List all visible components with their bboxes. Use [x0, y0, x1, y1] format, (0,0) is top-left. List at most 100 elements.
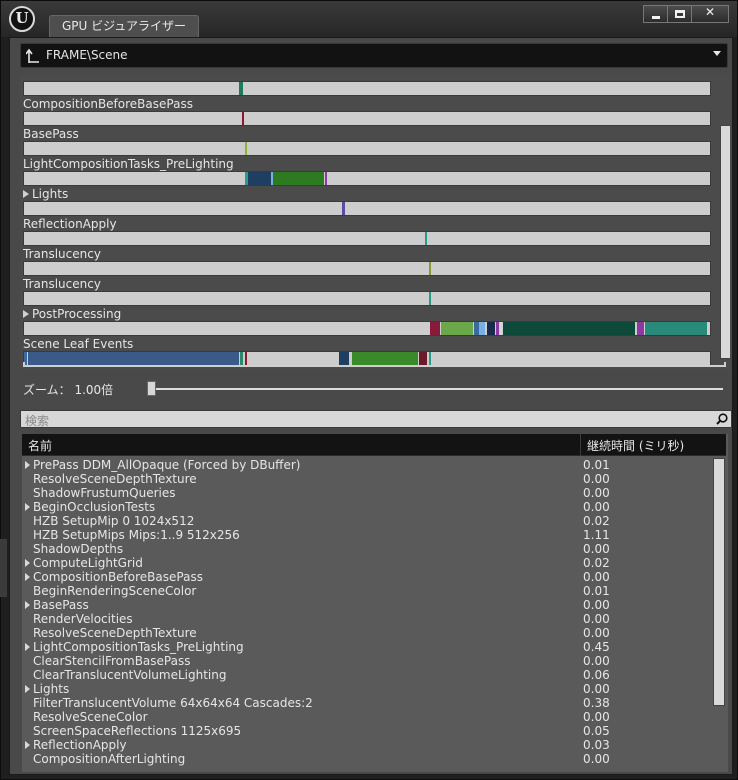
expand-arrow-icon[interactable]: [25, 741, 30, 749]
timeline-scrollbar[interactable]: [720, 125, 730, 359]
minimize-button[interactable]: [644, 6, 668, 22]
gpu-event-segment[interactable]: [441, 322, 473, 335]
table-row[interactable]: ShadowFrustumQueries 0.00: [22, 486, 712, 500]
gpu-event-segment[interactable]: [239, 82, 243, 95]
timeline-track[interactable]: [23, 231, 711, 246]
maximize-icon: [675, 10, 685, 18]
event-name-cell: CompositionBeforeBasePass: [25, 570, 203, 584]
event-duration: 0.38: [583, 696, 610, 710]
gpu-event-segment[interactable]: [325, 172, 327, 185]
event-name: RenderVelocities: [33, 612, 133, 626]
table-row[interactable]: LightCompositionTasks_PreLighting 0.45: [22, 640, 712, 654]
table-row[interactable]: ResolveSceneColor 0.00: [22, 710, 712, 724]
event-name-cell: ScreenSpaceReflections 1125x695: [33, 724, 241, 738]
expand-arrow-icon[interactable]: [25, 559, 30, 567]
event-name-cell: ResolveSceneDepthTexture: [33, 472, 197, 486]
table-row[interactable]: PrePass DDM_AllOpaque (Forced by DBuffer…: [22, 458, 712, 472]
timeline-row: PostProcessing: [20, 307, 720, 337]
table-row[interactable]: HZB SetupMip 0 1024x512 0.02: [22, 514, 712, 528]
event-name: ResolveSceneDepthTexture: [33, 626, 197, 640]
tab-gpu-visualizer[interactable]: GPU ビジュアライザー: [49, 15, 199, 37]
gpu-event-segment[interactable]: [273, 172, 324, 185]
table-row[interactable]: ClearTranslucentVolumeLighting 0.06: [22, 668, 712, 682]
chevron-down-icon[interactable]: [713, 51, 721, 56]
table-scrollbar[interactable]: [713, 458, 725, 706]
column-divider[interactable]: [580, 434, 581, 456]
breadcrumb-path: FRAME\Scene: [46, 48, 128, 62]
breadcrumb[interactable]: FRAME\Scene: [20, 43, 728, 68]
timeline-track[interactable]: [23, 141, 711, 156]
expand-arrow-icon[interactable]: [25, 685, 30, 693]
gpu-event-segment[interactable]: [242, 112, 244, 125]
timeline-row-label[interactable]: PostProcessing: [23, 307, 121, 321]
table-row[interactable]: ClearStencilFromBasePass 0.00: [22, 654, 712, 668]
gpu-event-segment[interactable]: [496, 322, 499, 335]
table-row[interactable]: Lights 0.00: [22, 682, 712, 696]
expand-arrow-icon[interactable]: [25, 503, 30, 511]
timeline-track[interactable]: [23, 81, 711, 96]
event-name: ResolveSceneColor: [33, 710, 148, 724]
gpu-event-segment[interactable]: [479, 322, 485, 335]
expand-arrow-icon[interactable]: [25, 601, 30, 609]
event-duration: 0.05: [583, 724, 610, 738]
gpu-event-segment[interactable]: [503, 322, 635, 335]
up-arrow-icon[interactable]: [25, 48, 42, 64]
table-row[interactable]: CompositionAfterLighting 0.00: [22, 752, 712, 766]
gpu-event-segment[interactable]: [430, 322, 440, 335]
event-duration: 1.11: [583, 528, 610, 542]
event-duration: 0.00: [583, 612, 610, 626]
table-row[interactable]: FilterTranslucentVolume 64x64x64 Cascade…: [22, 696, 712, 710]
table-row[interactable]: ComputeLightGrid 0.02: [22, 556, 712, 570]
column-header-name[interactable]: 名前: [28, 437, 52, 454]
gpu-event-segment[interactable]: [245, 142, 247, 155]
gpu-event-segment[interactable]: [429, 262, 431, 275]
table-row[interactable]: CompositionBeforeBasePass 0.00: [22, 570, 712, 584]
timeline-row: BasePass: [20, 127, 720, 157]
timeline-track[interactable]: [23, 111, 711, 126]
timeline-row-label[interactable]: Lights: [23, 187, 68, 201]
expand-arrow-icon[interactable]: [23, 190, 29, 198]
event-duration: 0.00: [583, 500, 610, 514]
expand-arrow-icon[interactable]: [25, 573, 30, 581]
expand-arrow-icon[interactable]: [25, 643, 30, 651]
search-icon[interactable]: [716, 413, 728, 425]
timeline-row-label-text: Scene Leaf Events: [23, 337, 134, 351]
close-button[interactable]: ✕: [692, 5, 728, 22]
table-body: PrePass DDM_AllOpaque (Forced by DBuffer…: [22, 458, 712, 770]
timeline-track[interactable]: [23, 261, 711, 276]
gpu-event-segment[interactable]: [645, 322, 707, 335]
timeline-track[interactable]: [23, 201, 711, 216]
timeline-track[interactable]: [23, 171, 711, 186]
gpu-timeline[interactable]: Scene Leaf Events PostProcessing Transluce…: [20, 75, 730, 369]
search-input[interactable]: 検索: [20, 410, 732, 428]
table-row[interactable]: ScreenSpaceReflections 1125x695 0.05: [22, 724, 712, 738]
maximize-button[interactable]: [668, 6, 692, 22]
table-row[interactable]: RenderVelocities 0.00: [22, 612, 712, 626]
expand-arrow-icon[interactable]: [23, 310, 29, 318]
table-row[interactable]: BeginRenderingSceneColor 0.01: [22, 584, 712, 598]
event-name: CompositionAfterLighting: [33, 752, 186, 766]
timeline-track[interactable]: [23, 321, 711, 336]
title-bar[interactable]: U GPU ビジュアライザー ✕: [1, 1, 737, 37]
event-duration: 0.00: [583, 682, 610, 696]
column-header-duration[interactable]: 継続時間 (ミリ秒): [587, 437, 684, 454]
event-name-cell: Lights: [25, 682, 69, 696]
gpu-event-segment[interactable]: [637, 322, 644, 335]
table-row[interactable]: ResolveSceneDepthTexture 0.00: [22, 472, 712, 486]
table-row[interactable]: ShadowDepths 0.00: [22, 542, 712, 556]
gpu-event-segment[interactable]: [429, 292, 431, 305]
table-row[interactable]: HZB SetupMips Mips:1..9 512x256 1.11: [22, 528, 712, 542]
timeline-track[interactable]: [23, 291, 711, 306]
zoom-slider-thumb[interactable]: [147, 381, 156, 396]
gpu-event-segment[interactable]: [342, 202, 345, 215]
table-row[interactable]: ResolveSceneDepthTexture 0.00: [22, 626, 712, 640]
table-row[interactable]: BasePass 0.00: [22, 598, 712, 612]
expand-arrow-icon[interactable]: [25, 461, 30, 469]
gpu-event-segment[interactable]: [500, 322, 502, 335]
gpu-event-segment[interactable]: [425, 232, 427, 245]
gpu-event-segment[interactable]: [487, 322, 495, 335]
zoom-slider-track[interactable]: [151, 388, 723, 390]
gpu-event-segment[interactable]: [248, 172, 271, 185]
table-row[interactable]: ReflectionApply 0.03: [22, 738, 712, 752]
table-row[interactable]: BeginOcclusionTests 0.00: [22, 500, 712, 514]
